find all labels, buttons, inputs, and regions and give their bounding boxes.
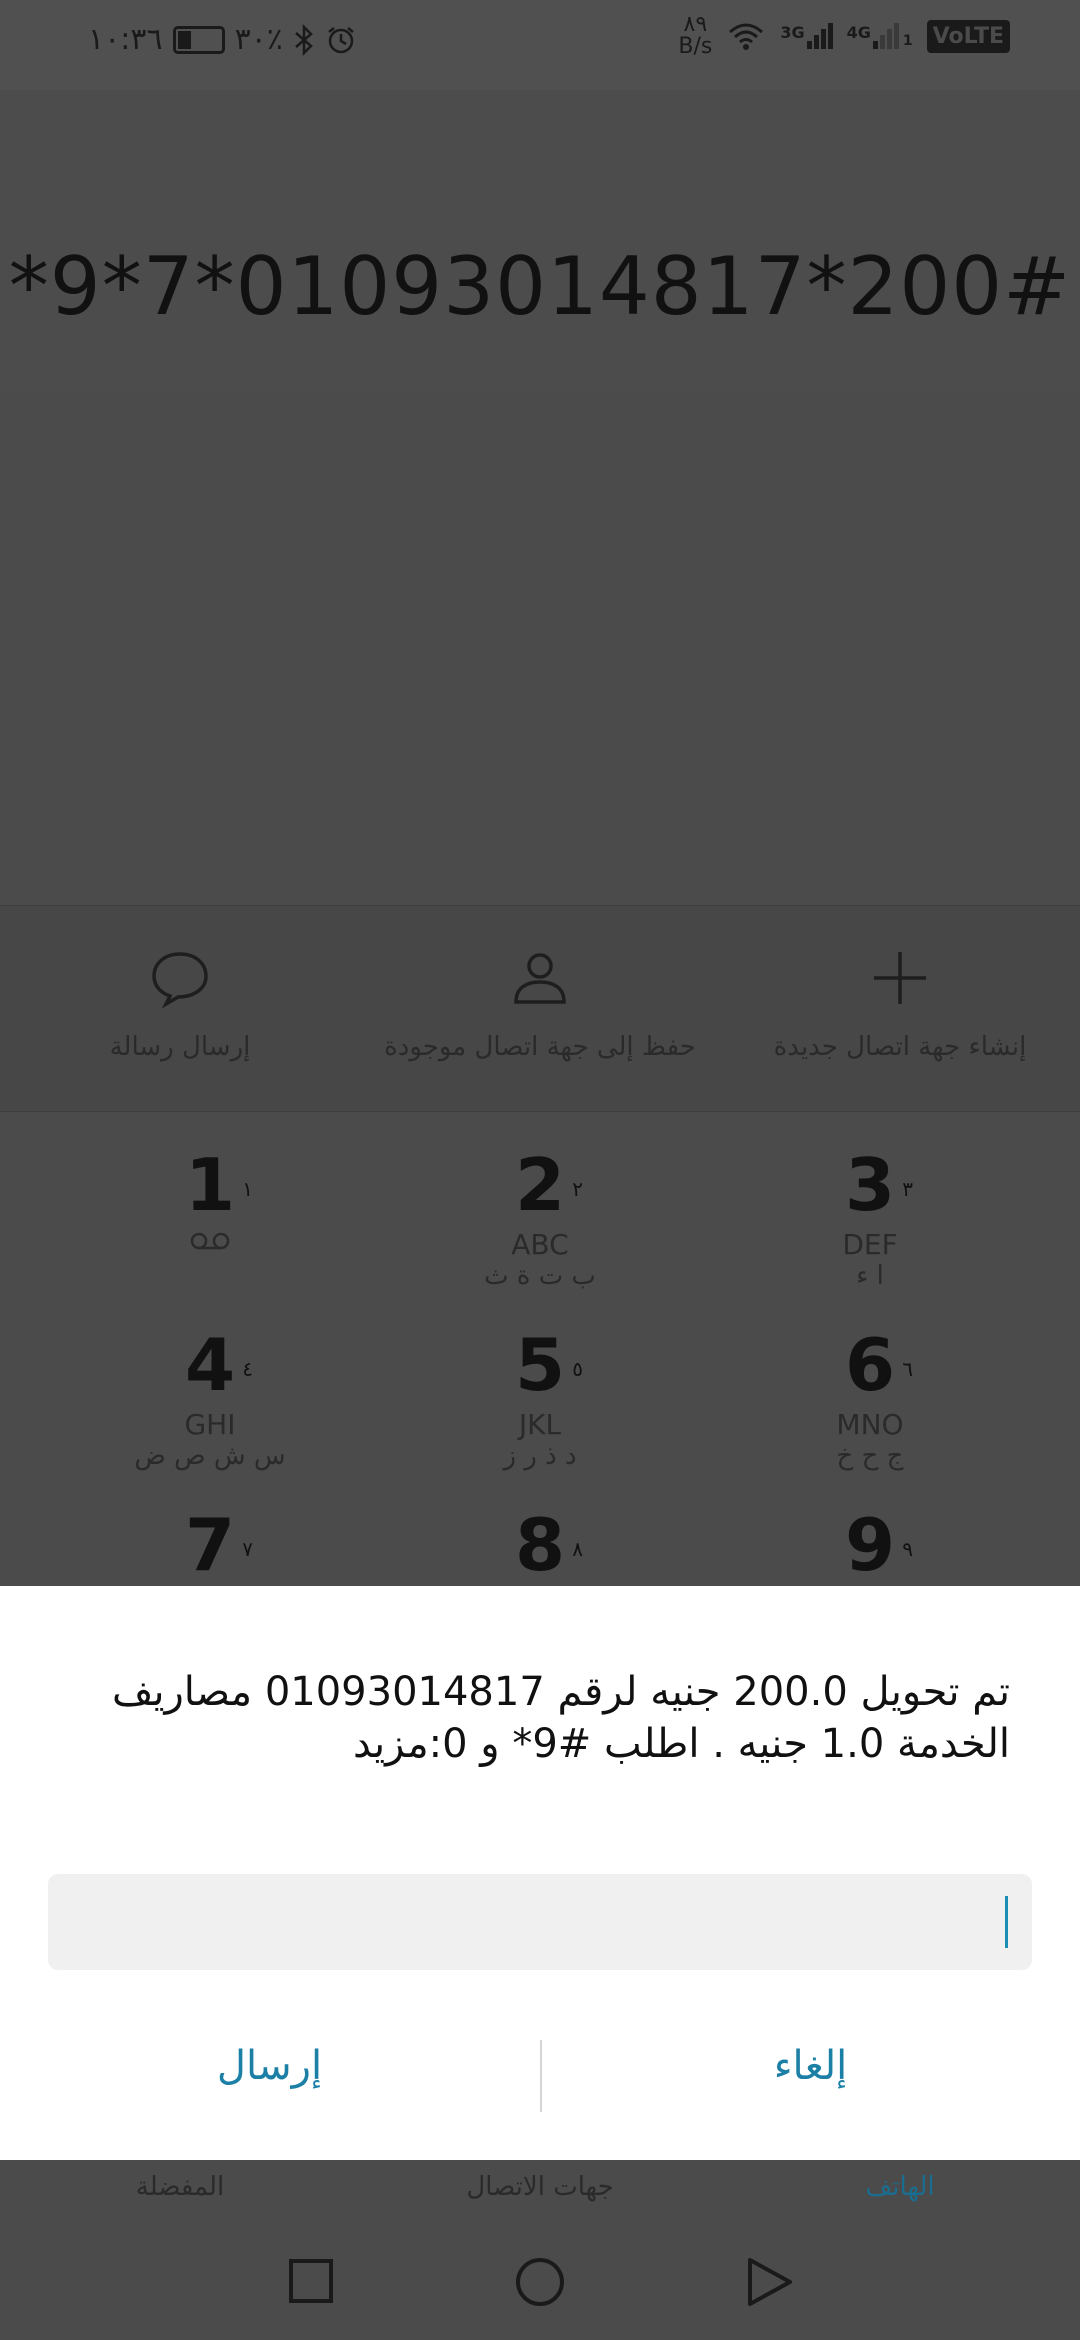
tab-contacts[interactable]: جهات الاتصال (360, 2172, 720, 2202)
alarm-icon (328, 26, 354, 53)
voicemail-icon (190, 1232, 230, 1250)
ussd-dialog: تم تحويل 200.0 جنيه لرقم 01093014817 مصا… (0, 1586, 1080, 2160)
key-4[interactable]: 4٤ GHI س ش ص ض (30, 1325, 390, 1471)
bluetooth-icon (295, 23, 313, 56)
cancel-button[interactable]: إلغاء (541, 2026, 1080, 2106)
key-1[interactable]: 1١ (30, 1145, 390, 1255)
signal-3g-icon: 3G (780, 23, 833, 49)
clock: ١٠:٣٦ (88, 22, 163, 57)
tab-favorites[interactable]: المفضلة (0, 2172, 360, 2202)
action-label: إرسال رسالة (109, 1032, 251, 1062)
signal-4g-icon: 4G 1 (846, 23, 913, 49)
battery-percent: ٣٠٪ (234, 22, 283, 57)
bottom-tabs: المفضلة جهات الاتصال الهاتف (0, 2160, 1080, 2220)
battery-icon (172, 25, 225, 54)
plus-icon (874, 952, 926, 1004)
dialed-number[interactable]: *9*7*01093014817*200# (0, 240, 1080, 333)
key-8[interactable]: 8٨ (360, 1505, 720, 1585)
back-icon[interactable] (746, 2256, 794, 2308)
volte-badge: VoLTE (926, 19, 1010, 53)
key-3[interactable]: 3٣ DEF ا ء (690, 1145, 1050, 1291)
status-bar: ١٠:٣٦ ٣٠٪ ٨٩ B/s 3G 4G 1 VoLTE (0, 0, 1080, 90)
send-button[interactable]: إرسال (0, 2026, 539, 2106)
create-contact-action[interactable]: إنشاء جهة اتصال جديدة (720, 946, 1080, 1062)
message-icon (152, 952, 208, 1009)
save-existing-contact-action[interactable]: حفظ إلى جهة اتصال موجودة (360, 946, 720, 1062)
send-message-action[interactable]: إرسال رسالة (0, 946, 360, 1062)
wifi-icon (729, 23, 764, 50)
text-cursor (1005, 1896, 1008, 1948)
home-icon[interactable] (514, 2256, 566, 2308)
network-speed: ٨٩ B/s (678, 12, 713, 59)
key-6[interactable]: 6٦ MNO ج ح خ (690, 1325, 1050, 1471)
quick-actions-row: إرسال رسالة حفظ إلى جهة اتصال موجودة إنش… (0, 905, 1080, 1112)
action-label: إنشاء جهة اتصال جديدة (773, 1032, 1027, 1062)
recents-icon[interactable] (288, 2258, 334, 2304)
person-icon (514, 953, 566, 1004)
key-5[interactable]: 5٥ JKL د ذ ر ز (360, 1325, 720, 1471)
system-nav-bar (0, 2220, 1080, 2340)
reply-input[interactable] (48, 1874, 1032, 1970)
key-7[interactable]: 7٧ (30, 1505, 390, 1585)
key-9[interactable]: 9٩ (690, 1505, 1050, 1585)
dialog-message: تم تحويل 200.0 جنيه لرقم 01093014817 مصا… (111, 1669, 1010, 1767)
key-2[interactable]: 2٢ ABC ب ت ة ث (360, 1145, 720, 1291)
status-left: ١٠:٣٦ ٣٠٪ (88, 22, 357, 57)
action-label: حفظ إلى جهة اتصال موجودة (384, 1032, 696, 1062)
tab-phone[interactable]: الهاتف (720, 2172, 1080, 2202)
status-right: ٨٩ B/s 3G 4G 1 VoLTE (678, 14, 1010, 58)
